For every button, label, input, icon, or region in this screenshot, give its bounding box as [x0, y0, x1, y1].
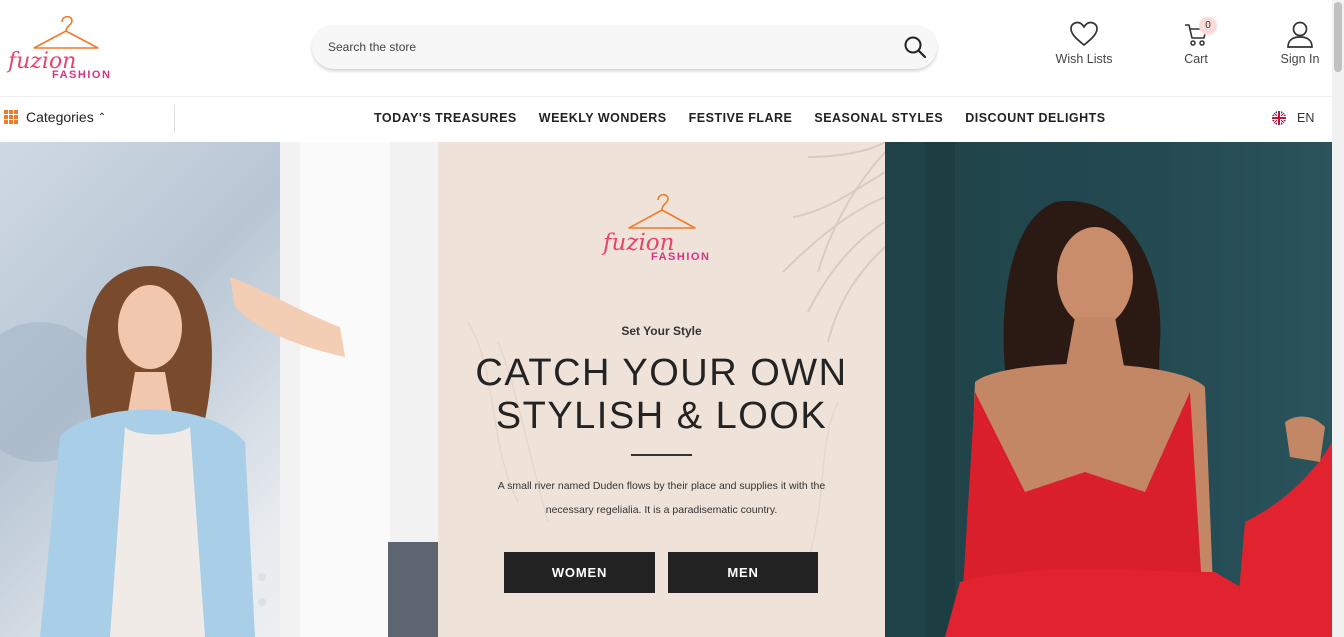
nav-link-discount-delights[interactable]: DISCOUNT DELIGHTS [965, 111, 1105, 125]
signin-label: Sign In [1280, 52, 1320, 66]
nav-links: TODAY'S TREASURES WEEKLY WONDERS FESTIVE… [374, 111, 1128, 125]
nav-link-todays-treasures[interactable]: TODAY'S TREASURES [374, 111, 517, 125]
hero-tagline: Set Your Style [621, 324, 702, 338]
signin-link[interactable]: Sign In [1274, 20, 1326, 66]
nav-link-festive-flare[interactable]: FESTIVE FLARE [689, 111, 793, 125]
cart-link[interactable]: 0 Cart [1172, 17, 1220, 66]
uk-flag-icon [1272, 111, 1286, 125]
categories-label: Categories [26, 109, 94, 125]
hero-headline: CATCH YOUR OWN STYLISH & LOOK [438, 352, 885, 438]
scrollbar-thumb[interactable] [1334, 2, 1342, 72]
site-header: fuzion FASHION Wish Lists 0 Cart Sign In [0, 0, 1332, 96]
wishlist-label: Wish Lists [1055, 52, 1113, 66]
shop-men-button[interactable]: MEN [668, 552, 818, 593]
hero-image-left [0, 142, 438, 637]
cart-label: Cart [1184, 52, 1208, 66]
hero-divider [631, 454, 692, 456]
cart-count-badge: 0 [1199, 17, 1217, 35]
hero-headline-line2: STYLISH & LOOK [495, 395, 828, 437]
categories-dropdown[interactable]: Categories ⌃ [4, 109, 106, 125]
hero-logo: fuzion FASHION [601, 192, 721, 267]
nav-divider [174, 105, 175, 133]
page: fuzion FASHION Wish Lists 0 Cart Sign In [0, 0, 1344, 637]
search-icon[interactable] [903, 35, 927, 59]
nav-link-weekly-wonders[interactable]: WEEKLY WONDERS [539, 111, 667, 125]
logo-word-text: FASHION [52, 69, 111, 81]
heart-icon [1070, 21, 1098, 47]
hero-image-right [885, 142, 1332, 637]
shop-women-button[interactable]: WOMEN [504, 552, 655, 593]
site-logo[interactable]: fuzion FASHION [4, 12, 116, 82]
chevron-up-icon: ⌃ [97, 111, 107, 123]
hero-center-panel: fuzion FASHION Set Your Style CATCH YOUR… [438, 142, 885, 637]
nav-link-seasonal-styles[interactable]: SEASONAL STYLES [814, 111, 943, 125]
hero-banner: fuzion FASHION Set Your Style CATCH YOUR… [0, 142, 1332, 637]
wishlist-link[interactable]: Wish Lists [1050, 20, 1118, 66]
main-nav: Categories ⌃ TODAY'S TREASURES WEEKLY WO… [0, 96, 1332, 142]
language-label: EN [1297, 111, 1315, 125]
hero-description: A small river named Duden flows by their… [497, 480, 826, 516]
hero-logo-word: FASHION [651, 251, 710, 263]
grid-icon [4, 110, 18, 124]
language-selector[interactable]: EN [1272, 111, 1314, 125]
page-scrollbar[interactable] [1332, 0, 1344, 637]
search-input[interactable] [328, 40, 888, 54]
hero-headline-line1: CATCH YOUR OWN [475, 352, 848, 394]
search-bar [312, 25, 937, 69]
user-icon [1287, 21, 1313, 48]
